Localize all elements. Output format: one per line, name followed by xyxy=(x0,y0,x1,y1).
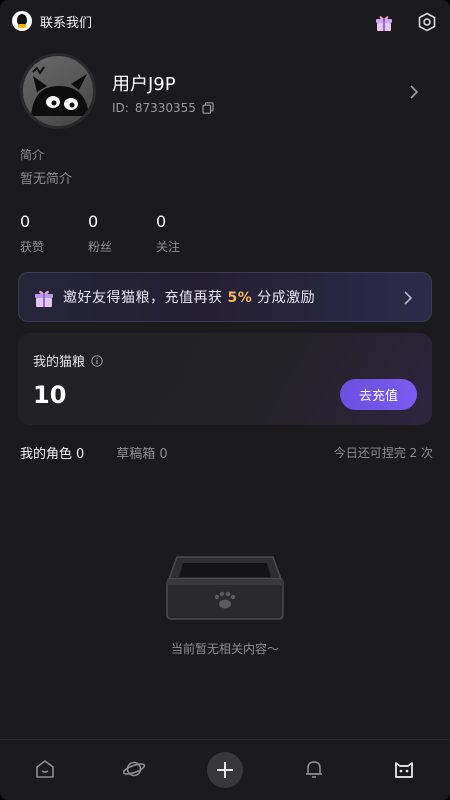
recharge-button[interactable]: 去充值 xyxy=(340,379,417,410)
contact-us-label: 联系我们 xyxy=(40,15,93,31)
empty-box-icon xyxy=(166,556,284,620)
tab-my-characters-label: 我的角色 xyxy=(20,447,73,462)
invite-highlight: 5% xyxy=(227,290,253,306)
username: 用户J9P xyxy=(112,74,176,95)
stat-following[interactable]: 0 关注 xyxy=(156,212,224,255)
cat-food-card: 我的猫粮 10 去充值 xyxy=(18,333,432,425)
tab-my-characters[interactable]: 我的角色 0 xyxy=(20,443,84,462)
stat-likes[interactable]: 0 获赞 xyxy=(20,212,88,255)
contact-us-button[interactable]: 联系我们 xyxy=(12,11,92,31)
planet-icon[interactable] xyxy=(122,757,146,781)
chevron-right-icon xyxy=(404,291,413,305)
invite-banner[interactable]: 邀好友得猫粮，充值再获 5% 分成激励 xyxy=(18,272,432,322)
top-bar: 联系我们 xyxy=(0,0,450,44)
info-icon[interactable] xyxy=(91,354,103,367)
stat-likes-label: 获赞 xyxy=(20,240,45,254)
avatar[interactable] xyxy=(20,53,96,129)
cat-icon[interactable] xyxy=(392,757,416,781)
stat-likes-value: 0 xyxy=(20,212,31,231)
create-button[interactable] xyxy=(207,752,243,788)
home-icon[interactable] xyxy=(33,757,57,781)
stat-followers-label: 粉丝 xyxy=(88,240,113,254)
invite-text-after: 分成激励 xyxy=(252,290,316,306)
tabs: 我的角色 0 草稿箱 0 xyxy=(20,443,168,462)
gift-icon[interactable] xyxy=(374,12,394,32)
bell-icon[interactable] xyxy=(302,757,326,781)
empty-state-text: 当前暂无相关内容～ xyxy=(170,642,279,656)
cat-food-title: 我的猫粮 xyxy=(33,351,103,370)
cat-food-title-label: 我的猫粮 xyxy=(33,355,86,370)
cat-food-value: 10 xyxy=(33,381,67,409)
app-root: 联系我们 用户J9P ID: 87330355 简介 暂无简介 0 获赞 0 粉… xyxy=(0,0,450,800)
user-id: ID: 87330355 xyxy=(112,101,214,115)
chevron-right-icon[interactable] xyxy=(408,84,420,100)
bottom-nav xyxy=(0,739,450,800)
gift-icon xyxy=(35,290,53,307)
user-id-value: 87330355 xyxy=(134,101,196,115)
tab-my-characters-count: 0 xyxy=(76,447,85,462)
stats-row: 0 获赞 0 粉丝 0 关注 xyxy=(20,212,224,255)
stat-following-value: 0 xyxy=(156,212,167,231)
invite-text: 邀好友得猫粮，充值再获 5% 分成激励 xyxy=(63,287,315,307)
user-id-label: ID: xyxy=(112,101,129,115)
daily-quota-text: 今日还可捏完 2 次 xyxy=(333,446,433,460)
stat-followers[interactable]: 0 粉丝 xyxy=(88,212,156,255)
tab-drafts[interactable]: 草稿箱 0 xyxy=(116,443,167,462)
plus-icon xyxy=(217,762,233,778)
tab-drafts-count: 0 xyxy=(159,447,168,462)
bio-text: 暂无简介 xyxy=(20,172,73,187)
copy-icon[interactable] xyxy=(202,102,214,114)
bio-title: 简介 xyxy=(20,148,45,162)
cat-avatar-image xyxy=(31,66,89,116)
stat-following-label: 关注 xyxy=(156,240,181,254)
invite-text-before: 邀好友得猫粮，充值再获 xyxy=(63,290,228,306)
settings-icon[interactable] xyxy=(417,12,437,32)
qq-icon xyxy=(12,11,32,31)
tab-drafts-label: 草稿箱 xyxy=(116,447,156,462)
stat-followers-value: 0 xyxy=(88,212,99,231)
